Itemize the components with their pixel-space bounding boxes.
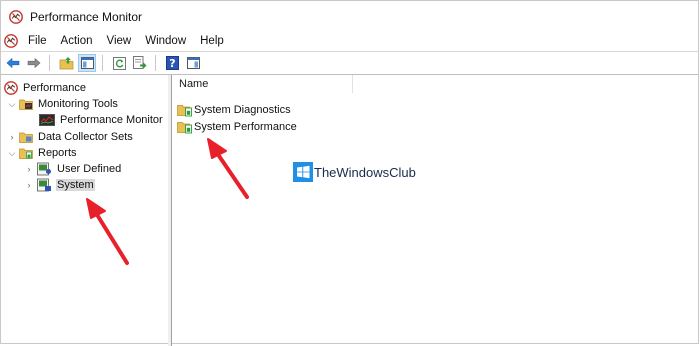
title-bar[interactable]: Performance Monitor (1, 1, 698, 32)
help-button[interactable]: ? (163, 54, 181, 72)
forward-icon (27, 57, 41, 69)
system-menu-icon[interactable] (4, 34, 18, 48)
menu-action[interactable]: Action (59, 35, 95, 47)
toolbar-separator (155, 55, 156, 71)
forward-button[interactable] (25, 54, 43, 72)
list-item-label: System Performance (194, 121, 297, 133)
up-one-level-button[interactable] (57, 54, 75, 72)
chevron-down-icon[interactable]: ⌵ (8, 148, 16, 159)
tree-item-data-collector-sets[interactable]: › Data Collector Sets (8, 129, 134, 145)
refresh-icon (112, 56, 126, 70)
export-list-button[interactable] (131, 54, 149, 72)
watermark-text: TheWindowsClub (314, 164, 416, 180)
tree-item-monitoring-tools[interactable]: ⌵ Monitoring Tools (8, 96, 119, 112)
back-icon (6, 57, 20, 69)
toolbar-separator (49, 55, 50, 71)
list-item-label: System Diagnostics (194, 104, 291, 116)
refresh-button[interactable] (110, 54, 128, 72)
svg-text:?: ? (169, 57, 175, 70)
tree-item-label: Performance (23, 82, 86, 94)
tree-item-label: Monitoring Tools (38, 98, 118, 110)
list-item-system-diagnostics[interactable]: System Diagnostics (177, 102, 291, 118)
column-header-label: Name (179, 78, 209, 90)
show-hide-action-pane-button[interactable] (184, 54, 202, 72)
tree-item-label: User Defined (57, 163, 122, 175)
console-tree: Performance ⌵ Monitoring Tools Performan… (1, 75, 169, 346)
help-icon: ? (165, 56, 179, 70)
report-folder-icon (177, 105, 192, 117)
list-item-system-performance[interactable]: System Performance (177, 119, 297, 135)
tree-item-label: Data Collector Sets (38, 131, 133, 143)
data-collector-sets-folder-icon (19, 130, 33, 144)
chevron-right-icon[interactable]: › (25, 164, 33, 174)
tree-item-label: System (56, 179, 95, 191)
performance-monitor-graph-icon (39, 113, 55, 127)
tree-item-label: Performance Monitor (60, 114, 163, 126)
tree-item-user-defined[interactable]: › User Defined (25, 161, 122, 177)
tree-item-label: Reports (38, 147, 77, 159)
menu-bar: File Action View Window Help (1, 32, 698, 50)
show-hide-console-tree-button[interactable] (78, 54, 96, 72)
export-list-icon (133, 56, 147, 69)
tree-item-reports[interactable]: ⌵ Reports (8, 145, 78, 161)
menu-window[interactable]: Window (143, 35, 188, 47)
thewindowsclub-logo-icon (293, 162, 313, 182)
show-hide-action-pane-icon (186, 57, 200, 69)
chevron-right-icon[interactable]: › (8, 132, 16, 142)
menu-help[interactable]: Help (198, 35, 226, 47)
chevron-down-icon[interactable]: ⌵ (8, 99, 16, 110)
performance-icon (4, 81, 18, 95)
toolbar-separator (102, 55, 103, 71)
user-defined-report-icon (36, 162, 52, 176)
performance-monitor-window: Performance Monitor File Action View Win… (0, 0, 699, 346)
menu-view[interactable]: View (105, 35, 134, 47)
thewindowsclub-watermark: TheWindowsClub (293, 162, 416, 182)
performance-monitor-app-icon (9, 9, 23, 24)
pane-splitter[interactable] (168, 75, 172, 346)
tree-item-system[interactable]: › System (25, 177, 95, 193)
column-header-name[interactable]: Name (173, 75, 353, 93)
window-title: Performance Monitor (30, 9, 143, 24)
system-report-icon (36, 178, 52, 192)
menu-file[interactable]: File (26, 35, 49, 47)
tree-item-performance-monitor[interactable]: Performance Monitor (39, 112, 164, 128)
reports-folder-icon (19, 146, 33, 160)
tree-item-performance[interactable]: Performance (4, 80, 87, 96)
toolbar: ? (1, 51, 698, 74)
monitoring-tools-folder-icon (19, 97, 33, 111)
up-folder-icon (59, 57, 73, 70)
chevron-right-icon[interactable]: › (25, 180, 33, 190)
show-hide-tree-icon (80, 57, 94, 69)
result-list: Name System Diagnostics System Performan… (173, 75, 698, 346)
report-folder-icon (177, 122, 192, 134)
main-area: Performance ⌵ Monitoring Tools Performan… (1, 74, 698, 346)
back-button[interactable] (4, 54, 22, 72)
